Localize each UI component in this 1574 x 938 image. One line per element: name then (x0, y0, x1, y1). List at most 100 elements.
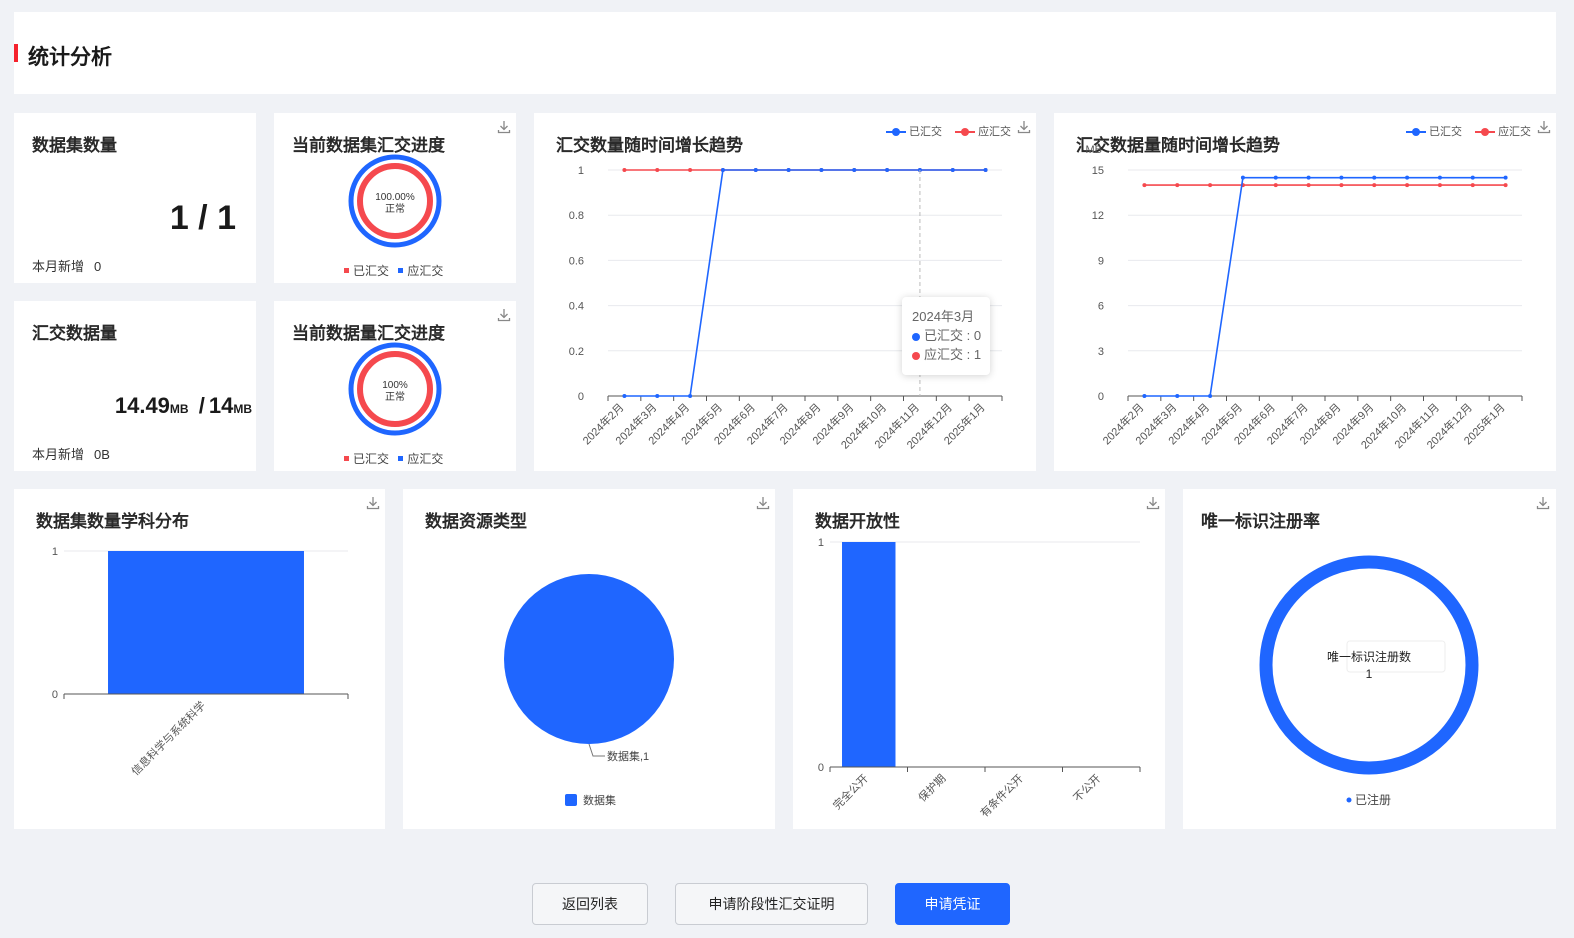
stage-certificate-button[interactable]: 申请阶段性汇交证明 (675, 883, 868, 925)
chart-tooltip: 2024年3月 已汇交 : 0 应汇交 : 1 (902, 297, 990, 375)
progress-percent: 100.00% (375, 192, 415, 203)
y-axis-unit: MB (1086, 144, 1103, 156)
download-icon[interactable] (496, 307, 512, 323)
data-point (1437, 183, 1442, 188)
openness-chart: 0 1 完全公开 保护期 有条件公开 不公开 (818, 537, 1141, 820)
monthly-new-label: 本月新增 (32, 259, 85, 274)
resource-type-chart: 数据集,1 数据集 (504, 574, 674, 807)
data-point (950, 168, 955, 172)
y-tick-label: 15 (1092, 165, 1104, 177)
data-point (1503, 183, 1508, 188)
volume-progress-ring: 100% 正常 (348, 342, 442, 436)
unique-id-card: 唯一标识注册率 唯一标识注册数 1 已注册 (1183, 489, 1556, 829)
y-tick-label: 3 (1098, 346, 1104, 358)
data-point (655, 168, 660, 172)
data-point (1437, 175, 1442, 180)
pie-label-line (588, 743, 605, 757)
y-tick-label: 0 (52, 689, 58, 701)
volume-trend-chart: 03691215MB2024年2月2024年3月2024年4月2024年5月20… (1086, 144, 1523, 452)
tooltip-required: 应汇交 : 1 (924, 347, 982, 362)
y-tick-label: 9 (1098, 255, 1104, 267)
data-point (1405, 183, 1410, 188)
resource-type-card: 数据资源类型 数据集,1 数据集 (403, 489, 775, 829)
download-icon[interactable] (496, 119, 512, 135)
count-trend-card: 汇交数量随时间增长趋势 已汇交 应汇交 0 0.2 0.4 0.6 0.8 1 2024年2… (534, 113, 1036, 471)
data-point (786, 168, 791, 172)
dataset-count-card: 数据集数量 1 / 1 本月新增 0 (14, 113, 256, 283)
dataset-progress-ring: 100.00% 正常 (348, 154, 442, 248)
title-accent-bar (14, 44, 18, 62)
y-tick-label: 1 (52, 546, 58, 558)
data-point (1142, 394, 1147, 398)
data-point (1339, 183, 1344, 188)
volume-progress-card: 当前数据量汇交进度 100% 正常 已汇交 应汇交 (274, 301, 516, 471)
page-header: 统计分析 (14, 12, 1556, 94)
dataset-count-title: 数据集数量 (32, 136, 117, 155)
progress-status: 正常 (385, 390, 405, 403)
progress-legend: 已汇交 应汇交 (344, 262, 443, 279)
data-point (1339, 175, 1344, 180)
data-point (1503, 175, 1508, 180)
x-tick-label: 信息科学与系统科学 (128, 698, 208, 778)
data-point (885, 168, 890, 172)
volume-unit: MB (169, 402, 189, 416)
data-point (1306, 183, 1311, 188)
data-point (622, 394, 627, 398)
tooltip-submitted: 已汇交 : 0 (924, 328, 982, 343)
dataset-monthly-new: 本月新增 0 (32, 256, 101, 275)
volume-total: 14 (208, 393, 234, 418)
apply-credential-button[interactable]: 申请凭证 (895, 883, 1010, 925)
volume-value: 14.49MB /14MB (115, 393, 252, 419)
legend-dot (1346, 797, 1352, 803)
openness-card: 数据开放性 0 1 完全公开 保护期 有条件公开 不公开 (793, 489, 1165, 829)
x-tick-label: 保护期 (915, 771, 948, 804)
legend-swatch (565, 794, 577, 806)
series-line (1144, 176, 1506, 397)
y-tick-label: 12 (1092, 210, 1104, 222)
bar (842, 542, 896, 767)
discipline-card: 数据集数量学科分布 0 1 信息科学与系统科学 (14, 489, 385, 829)
discipline-chart: 0 1 信息科学与系统科学 (52, 546, 349, 778)
data-point (1273, 183, 1278, 188)
data-point (1208, 394, 1213, 398)
data-point (753, 168, 758, 172)
data-point (1142, 183, 1147, 188)
y-tick-label: 0.2 (569, 346, 584, 358)
data-point (1240, 175, 1245, 180)
data-point (655, 394, 660, 398)
x-tick-label: 不公开 (1072, 773, 1104, 805)
dataset-count-value: 1 / 1 (169, 199, 236, 237)
volume-trend-card: 汇交数据量随时间增长趋势 已汇交 应汇交 0 3 6 9 12 15 MB 2024年2月 20… (1054, 113, 1556, 471)
page-title: 统计分析 (28, 46, 112, 69)
pie-legend-label: 数据集 (583, 793, 616, 807)
data-point (819, 168, 824, 172)
y-tick-label: 6 (1098, 301, 1104, 313)
data-point (983, 168, 988, 172)
data-point (720, 168, 725, 172)
pie-slice-label: 数据集,1 (607, 749, 649, 763)
volume-card: 汇交数据量 14.49MB /14MB 本月新增 0B (14, 301, 256, 471)
data-point (688, 394, 693, 398)
donut-center-value: 1 (1366, 667, 1373, 681)
volume-separator: / (198, 393, 205, 418)
unique-id-chart: 唯一标识注册数 1 已注册 (1259, 555, 1479, 807)
progress-status: 正常 (385, 202, 405, 215)
donut-legend-label: 已注册 (1355, 792, 1391, 807)
y-tick-label: 0.8 (569, 210, 584, 222)
back-to-list-button[interactable]: 返回列表 (532, 883, 648, 925)
y-tick-label: 0.6 (569, 255, 584, 267)
volume-title: 汇交数据量 (32, 324, 117, 343)
y-tick-label: 0 (818, 762, 824, 774)
donut-center-label: 唯一标识注册数 (1327, 649, 1411, 664)
y-tick-label: 0 (578, 391, 584, 403)
data-point (1405, 175, 1410, 180)
data-point (1372, 183, 1377, 188)
monthly-new-label: 本月新增 (32, 447, 85, 462)
y-tick-label: 1 (818, 537, 824, 549)
data-point (1175, 394, 1180, 398)
y-tick-label: 0.4 (569, 301, 584, 313)
data-point (1470, 183, 1475, 188)
monthly-new-value: 0B (94, 447, 110, 462)
data-point (1470, 175, 1475, 180)
volume-total-unit: MB (233, 402, 252, 416)
